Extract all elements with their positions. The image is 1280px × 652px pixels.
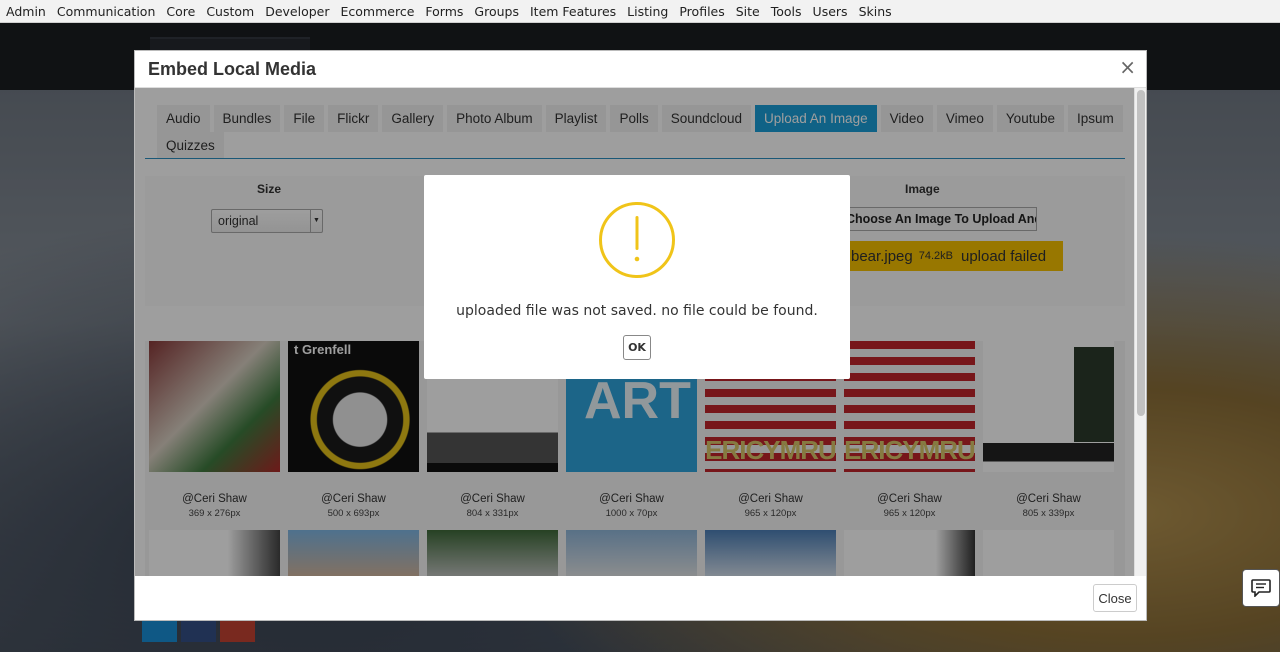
menu-ecommerce[interactable]: Ecommerce (341, 4, 415, 19)
menu-admin[interactable]: Admin (6, 4, 46, 19)
menu-communication[interactable]: Communication (57, 4, 156, 19)
error-alert-dialog: uploaded file was not saved. no file cou… (424, 175, 850, 379)
admin-menu-bar: Admin Communication Core Custom Develope… (0, 0, 1280, 23)
menu-groups[interactable]: Groups (474, 4, 519, 19)
menu-profiles[interactable]: Profiles (679, 4, 724, 19)
alert-message: uploaded file was not saved. no file cou… (456, 303, 818, 319)
modal-title: Embed Local Media (148, 59, 317, 79)
modal-footer: Close (135, 576, 1146, 620)
close-button[interactable]: Close (1093, 584, 1137, 612)
modal-scrollbar[interactable] (1134, 88, 1146, 576)
close-icon[interactable]: × (1119, 57, 1136, 77)
modal-header: Embed Local Media × (135, 51, 1146, 88)
menu-tools[interactable]: Tools (771, 4, 802, 19)
chat-icon (1251, 579, 1271, 597)
warning-icon (599, 202, 675, 278)
scrollbar-thumb[interactable] (1137, 90, 1145, 416)
menu-forms[interactable]: Forms (425, 4, 463, 19)
menu-site[interactable]: Site (736, 4, 760, 19)
menu-item-features[interactable]: Item Features (530, 4, 616, 19)
chat-widget-button[interactable] (1242, 569, 1280, 607)
ok-button[interactable]: OK (623, 335, 651, 360)
menu-skins[interactable]: Skins (859, 4, 892, 19)
menu-developer[interactable]: Developer (265, 4, 329, 19)
menu-custom[interactable]: Custom (206, 4, 254, 19)
menu-listing[interactable]: Listing (627, 4, 668, 19)
menu-users[interactable]: Users (813, 4, 848, 19)
menu-core[interactable]: Core (166, 4, 195, 19)
